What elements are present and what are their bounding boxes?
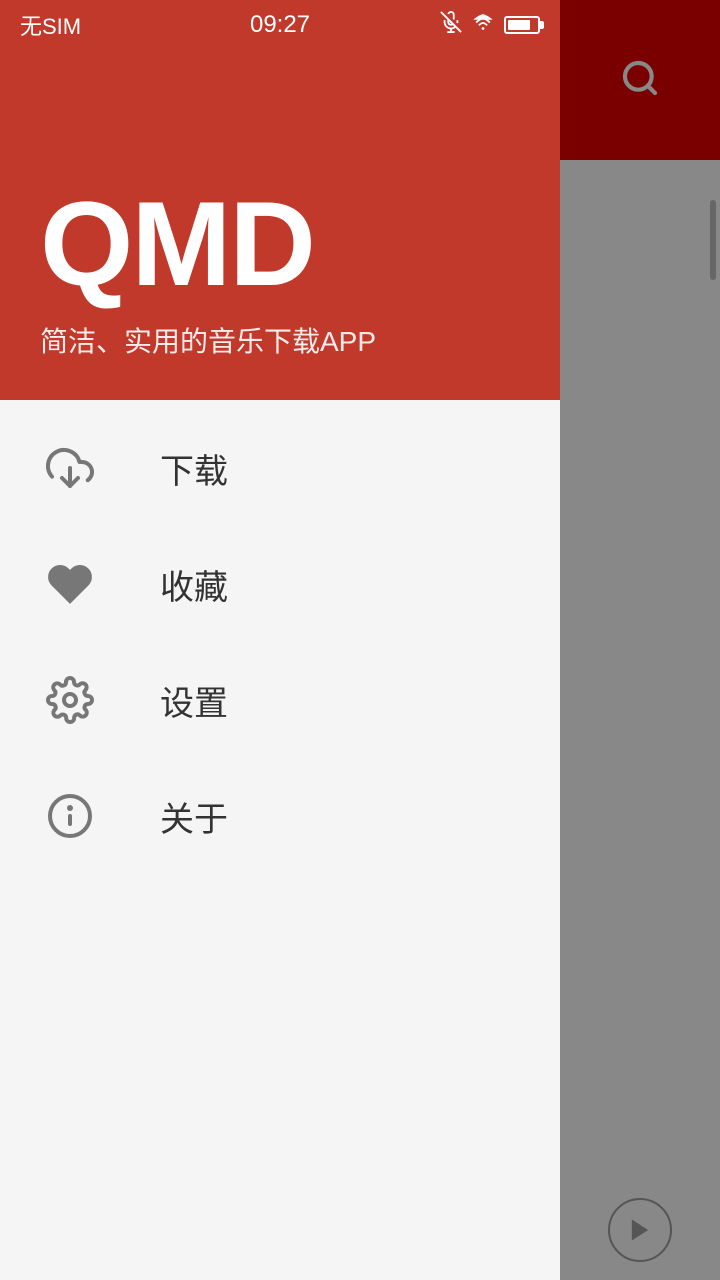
- info-icon: [40, 786, 100, 846]
- search-icon: [620, 58, 660, 103]
- download-icon: [40, 438, 100, 498]
- scrollbar: [710, 200, 716, 280]
- right-top-bar: [560, 0, 720, 160]
- drawer-header: QMD 简洁、实用的音乐下载APP: [0, 0, 560, 400]
- time-text: 09:27: [250, 11, 310, 39]
- right-bottom-bar: [560, 1180, 720, 1280]
- gear-icon: [40, 670, 100, 730]
- drawer-panel: QMD 简洁、实用的音乐下载APP 下载 收藏: [0, 0, 560, 1280]
- favorites-label: 收藏: [160, 560, 228, 609]
- status-icons: [440, 11, 540, 39]
- menu-item-favorites[interactable]: 收藏: [0, 526, 560, 642]
- wifi-icon: [470, 12, 496, 39]
- app-title: QMD: [40, 184, 520, 304]
- mute-icon: [440, 11, 462, 39]
- menu-item-about[interactable]: 关于: [0, 758, 560, 874]
- menu-item-download[interactable]: 下载: [0, 410, 560, 526]
- status-bar: 无SIM 09:27: [0, 0, 560, 50]
- about-label: 关于: [160, 792, 228, 841]
- menu-list: 下载 收藏 设置: [0, 400, 560, 884]
- download-label: 下载: [160, 444, 228, 493]
- right-panel: [560, 0, 720, 1280]
- battery-icon: [504, 16, 540, 34]
- settings-label: 设置: [160, 676, 228, 725]
- play-button[interactable]: [608, 1198, 672, 1262]
- app-subtitle: 简洁、实用的音乐下载APP: [40, 320, 520, 360]
- heart-icon: [40, 554, 100, 614]
- menu-item-settings[interactable]: 设置: [0, 642, 560, 758]
- carrier-text: 无SIM: [20, 9, 81, 41]
